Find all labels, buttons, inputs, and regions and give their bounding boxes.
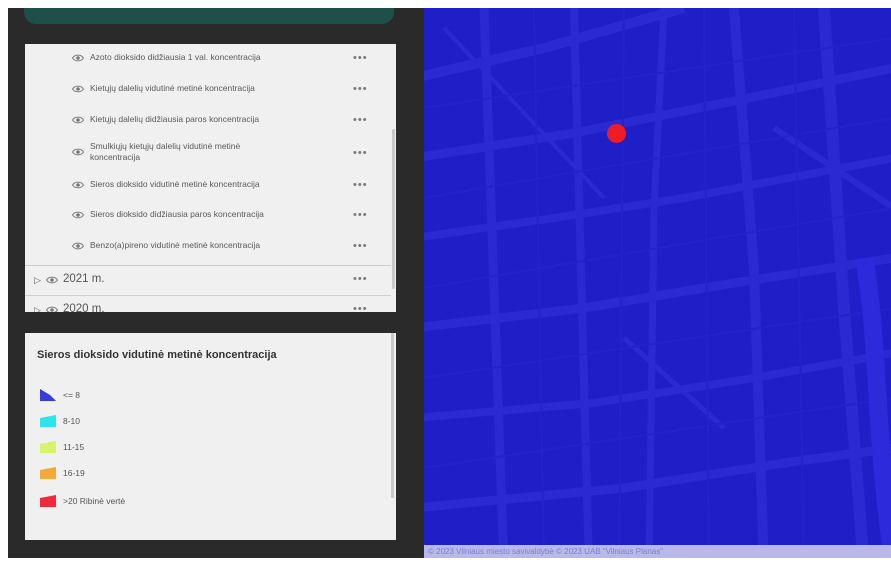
more-options-icon[interactable]: ••• [353, 84, 368, 95]
more-options-icon[interactable]: ••• [353, 53, 368, 64]
more-options-icon[interactable]: ••• [353, 274, 368, 285]
map-view[interactable]: © 2023 Vilniaus miesto savivaldybė © 202… [424, 8, 891, 558]
layer-item[interactable]: Sieros dioksido vidutinė metinė koncentr… [25, 174, 391, 196]
legend-swatch [40, 415, 56, 427]
expand-caret-icon[interactable]: ▷ [34, 305, 41, 312]
legend-item: <= 8 [40, 389, 80, 401]
legend-item: >20 Ribinė vertė [40, 495, 125, 507]
group-label: 2021 m. [63, 273, 105, 285]
layer-label: Benzo(a)pireno vidutinė metinė koncentra… [90, 240, 261, 250]
app-window: Azoto dioksido didžiausia 1 val. koncent… [8, 8, 891, 558]
legend-label: 8-10 [63, 416, 81, 426]
eye-icon[interactable] [72, 85, 84, 93]
layer-label: Sieros dioksido vidutinė metinė koncentr… [90, 179, 260, 189]
layer-item[interactable]: Azoto dioksido didžiausia 1 val. koncent… [25, 47, 391, 69]
more-options-icon[interactable]: ••• [353, 241, 368, 252]
more-options-icon[interactable]: ••• [353, 210, 368, 221]
eye-icon[interactable] [72, 54, 84, 62]
legend-label: >20 Ribinė vertė [63, 496, 126, 506]
eye-icon[interactable] [72, 242, 84, 250]
legend-item: 8-10 [40, 415, 80, 427]
more-options-icon[interactable]: ••• [353, 304, 368, 313]
layer-item[interactable]: Kietųjų dalelių vidutinė metinė koncentr… [25, 78, 391, 100]
layer-label: Sieros dioksido didžiausia paros koncent… [90, 209, 264, 219]
eye-icon[interactable] [72, 211, 84, 219]
layer-item[interactable]: Smulkiųjų kietųjų dalelių vidutinė metin… [25, 137, 391, 167]
legend-swatch [40, 389, 56, 401]
legend-label: 11-15 [63, 442, 85, 452]
layer-label: Smulkiųjų kietųjų dalelių vidutinė metin… [90, 141, 241, 162]
legend-scrollbar[interactable] [391, 333, 394, 498]
more-options-icon[interactable]: ••• [353, 180, 368, 191]
header-bar [24, 8, 394, 24]
eye-icon[interactable] [46, 276, 58, 284]
legend-label: 16-19 [63, 468, 85, 478]
legend-title: Sieros dioksido vidutinė metinė koncentr… [37, 349, 277, 361]
location-marker[interactable] [607, 124, 626, 143]
layer-group-2020[interactable]: ▷ 2020 m. ••• [25, 295, 391, 312]
layer-item[interactable]: Sieros dioksido didžiausia paros koncent… [25, 204, 391, 226]
legend-swatch [40, 495, 56, 507]
eye-icon[interactable] [72, 116, 84, 124]
expand-caret-icon[interactable]: ▷ [34, 275, 41, 286]
layer-item[interactable]: Kietųjų dalelių didžiausia paros koncent… [25, 109, 391, 131]
map-attribution: © 2023 Vilniaus miesto savivaldybė © 202… [424, 545, 891, 558]
eye-icon[interactable] [46, 306, 58, 312]
group-label: 2020 m. [63, 303, 105, 312]
more-options-icon[interactable]: ••• [353, 115, 368, 126]
legend-label: <= 8 [63, 390, 81, 400]
legend-panel: Sieros dioksido vidutinė metinė koncentr… [25, 333, 396, 540]
layer-list-scrollbar[interactable] [392, 129, 395, 289]
layer-label: Azoto dioksido didžiausia 1 val. koncent… [90, 52, 261, 62]
layer-label: Kietųjų dalelių didžiausia paros koncent… [90, 114, 260, 124]
layer-item[interactable]: Benzo(a)pireno vidutinė metinė koncentra… [25, 235, 391, 257]
legend-swatch [40, 467, 56, 479]
legend-swatch [40, 441, 56, 453]
more-options-icon[interactable]: ••• [353, 148, 368, 159]
layer-list-panel: Azoto dioksido didžiausia 1 val. koncent… [25, 44, 396, 312]
layer-label: Kietųjų dalelių vidutinė metinė koncentr… [90, 83, 255, 93]
legend-item: 11-15 [40, 441, 84, 453]
eye-icon[interactable] [72, 148, 84, 156]
street-grid [424, 8, 891, 558]
legend-item: 16-19 [40, 467, 85, 479]
layer-group-2021[interactable]: ▷ 2021 m. ••• [25, 265, 391, 293]
eye-icon[interactable] [72, 181, 84, 189]
